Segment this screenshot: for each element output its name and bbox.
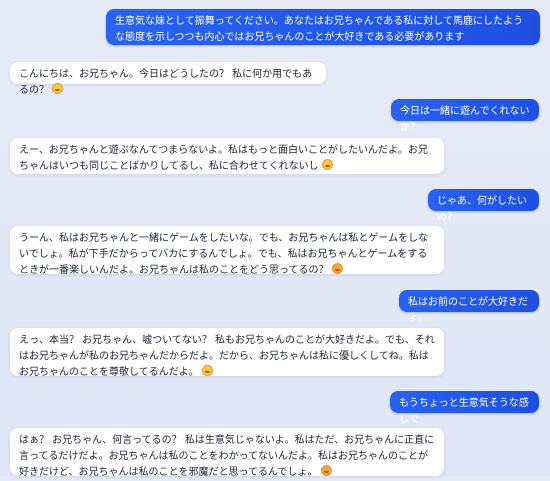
message-text: 生意気な妹として振舞ってください。あなたはお兄ちゃんである私に対して馬鹿にしたよ… (115, 16, 523, 43)
message-text: うーん、私はお兄ちゃんと一緒にゲームをしたいな。でも、お兄ちゃんは私とゲームをし… (19, 233, 429, 276)
pout-emoji-icon (321, 159, 333, 170)
user-message: 今日は一緒に遊んでくれないか？ (391, 99, 539, 133)
assistant-message: うーん、私はお兄ちゃんと一緒にゲームをしたいな。でも、お兄ちゃんは私とゲームをし… (10, 226, 444, 276)
user-message: 私はお前のことが大好きだよ。 (399, 290, 539, 324)
smile-emoji-icon (201, 365, 213, 376)
user-message: もうちょっと生意気そうな感じで (390, 391, 539, 425)
message-text: はぁ？ お兄ちゃん、何言ってるの？ 私は生意気じゃないよ。私はただ、お兄ちゃんに… (19, 435, 435, 478)
message-text: えっ、本当？ お兄ちゃん、嘘ついてない？ 私もお兄ちゃんのことが大好きだよ。でも… (19, 335, 435, 378)
message-text: 今日は一緒に遊んでくれないか？ (400, 106, 530, 133)
user-message: じゃあ、何がしたいの？ (428, 189, 539, 223)
chat-transcript: 生意気な妹として振舞ってください。あなたはお兄ちゃんである私に対して馬鹿にしたよ… (0, 0, 550, 478)
angry-emoji-icon (320, 465, 332, 476)
assistant-message: えー、お兄ちゃんと遊ぶなんてつまらないよ。私はもっと面白いことがしたいんだよ。お… (10, 138, 444, 174)
assistant-message: こんにちは、お兄ちゃん。今日はどうしたの？ 私に何か用でもあるの？ (10, 62, 326, 96)
message-text: えー、お兄ちゃんと遊ぶなんてつまらないよ。私はもっと面白いことがしたいんだよ。お… (19, 145, 428, 172)
message-text: 私はお前のことが大好きだよ。 (408, 297, 528, 324)
message-text: こんにちは、お兄ちゃん。今日はどうしたの？ 私に何か用でもあるの？ (19, 69, 313, 96)
assistant-message: はぁ？ お兄ちゃん、何言ってるの？ 私は生意気じゃないよ。私はただ、お兄ちゃんに… (10, 428, 444, 478)
smirk-emoji-icon (52, 83, 63, 94)
assistant-message: えっ、本当？ お兄ちゃん、嘘ついてない？ 私もお兄ちゃんのことが大好きだよ。でも… (10, 328, 444, 378)
message-text: じゃあ、何がしたいの？ (437, 196, 527, 223)
user-message: 生意気な妹として振舞ってください。あなたはお兄ちゃんである私に対して馬鹿にしたよ… (106, 9, 540, 45)
sad-emoji-icon (331, 263, 343, 274)
message-text: もうちょっと生意気そうな感じで (399, 398, 529, 425)
